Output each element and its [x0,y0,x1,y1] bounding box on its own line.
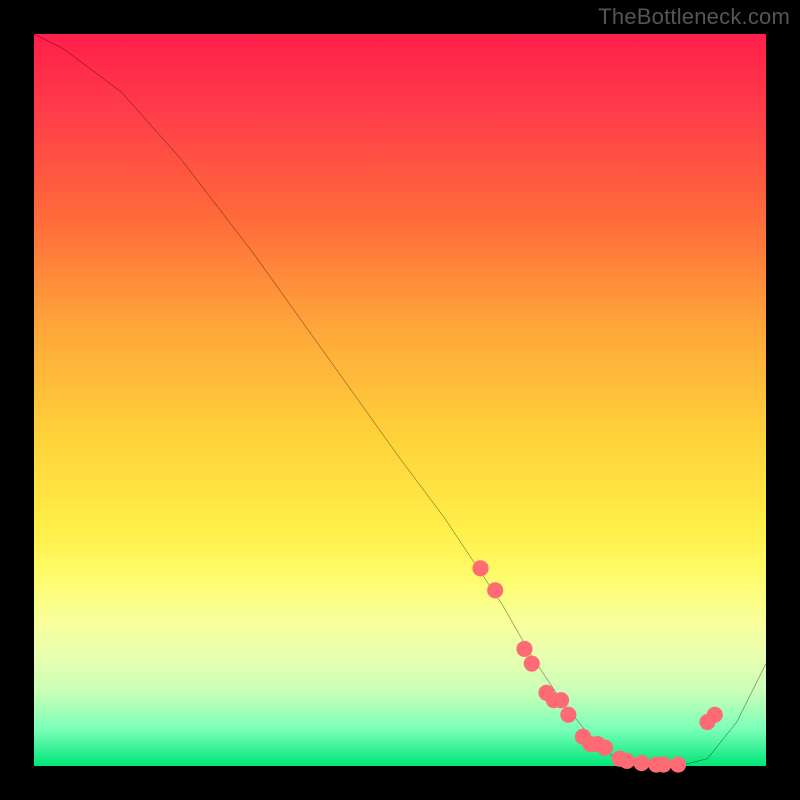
highlight-dot [487,582,503,598]
main-curve [34,34,766,766]
attribution-text: TheBottleneck.com [598,4,790,30]
highlight-dot [560,707,576,723]
highlight-dots [472,560,722,772]
highlight-dot [516,641,532,657]
highlight-dot [707,707,723,723]
highlight-dot [634,755,650,771]
chart-plot-area [34,34,766,766]
highlight-dot [524,655,540,671]
highlight-dot [619,753,635,769]
chart-frame: TheBottleneck.com [0,0,800,800]
chart-svg [34,34,766,766]
highlight-dot [597,740,613,756]
highlight-dot [553,692,569,708]
highlight-dot [472,560,488,576]
highlight-dot [655,756,671,772]
highlight-dot [670,756,686,772]
